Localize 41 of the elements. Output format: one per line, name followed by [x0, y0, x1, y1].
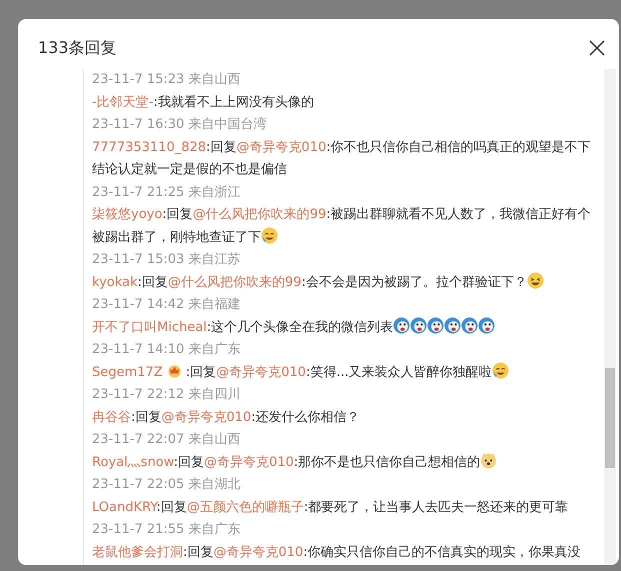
close-icon[interactable]	[587, 38, 607, 58]
comment-text: -比邻天堂-:我就看不上上网没有头像的	[92, 94, 315, 112]
comment-time: 23-11-7 22:05 来自湖北	[92, 476, 240, 494]
mention-link[interactable]: @奇异夸克010	[204, 454, 294, 470]
author-link[interactable]: Segem17Z	[92, 364, 163, 380]
mention-link[interactable]: @什么风把你吹来的99	[168, 274, 302, 290]
comment-time: 23-11-7 15:23 来自山西	[92, 71, 240, 89]
comment-time: 23-11-7 14:42 来自福建	[92, 296, 240, 314]
author-link[interactable]: kyokak	[92, 274, 138, 290]
comment-time: 23-11-7 22:12 来自四川	[92, 386, 240, 404]
comment-text: Segem17Z :回复@奇异夸克010:笑得...又来装众人皆醉你独醒啦	[92, 362, 592, 384]
comment-text: 柒筱悠yoyo:回复@什么风把你吹来的99:被踢出群聊就看不见人数了，我微信正好有个被踢出群了，刚特地查证了下	[92, 206, 592, 246]
comment-text: 7777353110_828:回复@奇异夸克010:你不也只信你自己相信的吗真正的观望是不下结论认定就一定是假的不也是偏信	[92, 138, 592, 179]
comment-text: 冉谷谷:回复@奇异夸克010:还发什么你相信？	[92, 408, 361, 426]
comment-time: 23-11-7 22:07 来自山西	[92, 431, 240, 449]
mention-link[interactable]: @五颜六色的噼瓶子	[186, 500, 304, 514]
comment-time: 23-11-7 15:03 来自江苏	[92, 251, 240, 269]
author-link[interactable]: 冉谷谷	[92, 410, 131, 424]
mention-link[interactable]: @奇异夸克010	[161, 410, 252, 424]
author-link[interactable]: 开不了口叫Micheal	[92, 320, 207, 334]
mention-link[interactable]: @奇异夸克010	[213, 544, 304, 560]
comment-time: 23-11-7 14:10 来自广东	[92, 341, 240, 359]
comment-text: kyokak:回复@什么风把你吹来的99:会不会是因为被踢了。拉个群验证下？	[92, 272, 592, 294]
comment-text: Royal灬snow:回复@奇异夸克010:那你不是也只信你自己想相信的	[92, 452, 592, 474]
dialog-title: 133条回复	[38, 38, 117, 58]
comment-time: 23-11-7 21:55 来自广东	[92, 521, 240, 539]
comment-text: 开不了口叫Micheal:这个几个头像全在我的微信列表	[92, 316, 592, 339]
author-link[interactable]: 7777353110_828	[92, 140, 206, 154]
comment-time: 23-11-7 16:30 来自中国台湾	[92, 116, 266, 134]
author-link[interactable]: 柒筱悠yoyo	[92, 207, 162, 222]
mention-link[interactable]: @奇异夸克010	[236, 140, 326, 154]
author-link[interactable]: 老鼠他爹会打洞	[92, 544, 183, 560]
comment-time: 23-11-7 21:25 来自浙江	[92, 184, 240, 202]
comment-text: LOandKRY:回复@五颜六色的噼瓶子:都要死了，让当事人去匹夫一怒还来的更可靠	[92, 498, 570, 516]
author-link[interactable]: Royal灬snow	[92, 454, 174, 470]
scrollbar-thumb[interactable]	[605, 368, 615, 468]
mention-link[interactable]: @奇异夸克010	[216, 364, 306, 380]
author-link[interactable]: LOandKRY	[92, 500, 156, 514]
mention-link[interactable]: @什么风把你吹来的99	[192, 207, 326, 222]
comment-text: 老鼠他爹会打洞:回复@奇异夸克010:你确实只信你自己的不信真实的现实，你果真没	[92, 544, 582, 562]
author-link[interactable]: -比邻天堂-	[92, 94, 154, 110]
